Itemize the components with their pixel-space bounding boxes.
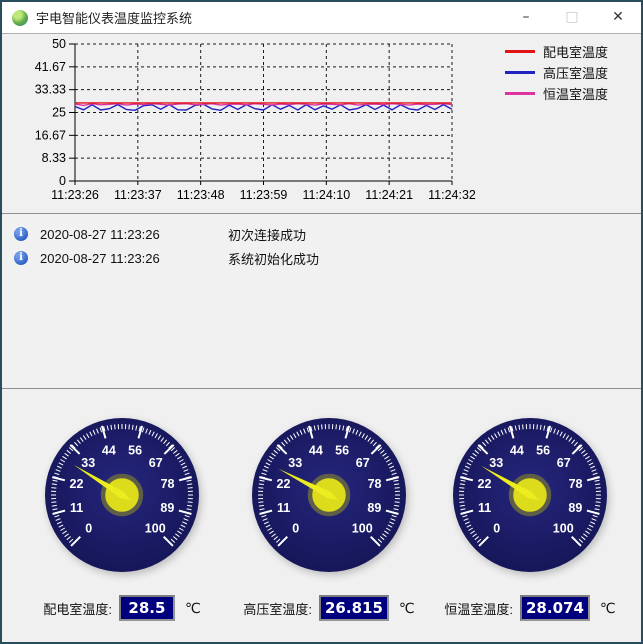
titlebar: 宇电智能仪表温度监控系统 – □ ✕ <box>2 2 641 34</box>
chart-legend: 配电室温度高压室温度恒温室温度 <box>505 41 608 104</box>
y-tick-label: 16.67 <box>35 128 66 142</box>
y-tick-label: 25 <box>52 106 66 120</box>
gauge-unit: ℃ <box>599 599 616 616</box>
y-tick-label: 41.67 <box>35 60 66 74</box>
gauge-tick-label: 89 <box>367 501 381 515</box>
trend-chart-panel: 50 41.67 33.33 25 16.67 8.33 0 11:23:26 11:23:37… <box>2 34 641 214</box>
legend-swatch <box>505 71 535 74</box>
gauge-tick-label: 67 <box>149 456 163 470</box>
gauge-tick-label: 89 <box>568 501 582 515</box>
x-tick-label: 11:24:21 <box>365 188 413 202</box>
gauge-tick-label: 0 <box>85 522 92 536</box>
log-time: 2020-08-27 11:23:26 <box>40 250 160 266</box>
window-title: 宇电智能仪表温度监控系统 <box>36 11 193 26</box>
gauge-tick-label: 33 <box>288 456 302 470</box>
legend-label: 配电室温度 <box>543 45 609 60</box>
gauge-tick-label: 56 <box>536 443 550 457</box>
x-tick-label: 11:23:37 <box>114 188 162 202</box>
info-icon: i <box>14 227 28 241</box>
gauge: 011 22 33 44 56 67 78 89 100 <box>252 418 406 572</box>
gauge-tick-label: 44 <box>510 443 524 457</box>
log-time: 2020-08-27 11:23:26 <box>40 226 160 242</box>
log-message: 系统初始化成功 <box>228 251 320 267</box>
x-tick-label: 11:23:26 <box>51 188 99 202</box>
y-tick-label: 50 <box>52 37 66 51</box>
y-tick-label: 8.33 <box>42 151 66 165</box>
gauge-tick-label: 67 <box>356 456 370 470</box>
gauge-tick-label: 78 <box>569 477 583 491</box>
minimize-button[interactable]: – <box>503 2 549 33</box>
legend-swatch <box>505 50 535 53</box>
gauge-tick-label: 22 <box>70 477 84 491</box>
log-row[interactable]: i 2020-08-27 11:23:26 初次连接成功 <box>2 222 641 246</box>
gauge-tick-label: 0 <box>292 522 299 536</box>
gauge-value-box[interactable]: 28.074 <box>520 595 590 621</box>
gauge-tick-label: 11 <box>277 501 290 515</box>
legend-item: 配电室温度 <box>505 41 608 62</box>
gauge-tick-label: 44 <box>102 443 116 457</box>
x-tick-label: 11:24:10 <box>302 188 350 202</box>
gauge-value-label: 高压室温度: <box>243 601 312 617</box>
x-tick-label: 11:24:32 <box>428 188 476 202</box>
y-tick-label: 33.33 <box>35 83 66 97</box>
maximize-button[interactable]: □ <box>549 2 595 33</box>
gauge-tick-label: 22 <box>277 477 291 491</box>
legend-item: 高压室温度 <box>505 62 608 83</box>
gauge-tick-label: 56 <box>335 443 349 457</box>
gauge-tick-label: 67 <box>557 456 571 470</box>
gauge-value-row: 高压室温度: 26.815 ℃ <box>219 595 439 621</box>
log-message: 初次连接成功 <box>228 227 307 243</box>
gauge-tick-label: 11 <box>478 501 491 515</box>
gauge-tick-label: 78 <box>161 477 175 491</box>
gauge-tick-label: 22 <box>478 477 492 491</box>
y-tick-label: 0 <box>59 174 66 188</box>
gauge-tick-label: 11 <box>70 501 83 515</box>
gauge-tick-label: 100 <box>145 522 166 536</box>
event-log: i 2020-08-27 11:23:26 初次连接成功 i 2020-08-27 11… <box>2 214 641 389</box>
gauge-value-box[interactable]: 28.5 <box>118 595 175 621</box>
x-tick-label: 11:23:48 <box>177 188 225 202</box>
gauge-value-row: 配电室温度: 28.5 ℃ <box>12 595 232 621</box>
window-controls: – □ ✕ <box>503 2 641 33</box>
gauge-value-box[interactable]: 26.815 <box>319 595 389 621</box>
gauge-tick-label: 44 <box>309 443 323 457</box>
gauge: 011 22 33 44 56 67 78 89 100 <box>45 418 199 572</box>
legend-label: 高压室温度 <box>543 66 609 81</box>
legend-label: 恒温室温度 <box>543 87 609 102</box>
gauge: 011 22 33 44 56 67 78 89 100 <box>453 418 607 572</box>
gauge-tick-label: 56 <box>128 443 142 457</box>
gauge-value-label: 配电室温度: <box>43 601 112 617</box>
x-tick-label: 11:23:59 <box>240 188 288 202</box>
gauge-unit: ℃ <box>398 599 415 616</box>
gauge-tick-label: 78 <box>368 477 382 491</box>
legend-swatch <box>505 92 535 95</box>
gauge-tick-label: 89 <box>160 501 174 515</box>
app-icon <box>12 9 28 26</box>
gauge-tick-label: 33 <box>489 456 503 470</box>
info-icon: i <box>14 251 28 265</box>
gauge-value-row: 恒温室温度: 28.074 ℃ <box>420 595 640 621</box>
gauge-value-label: 恒温室温度: <box>444 601 513 617</box>
gauge-panel: 0 11 22 33 44 56 67 78 89 100 配电室温度: 28.5 ℃ 0 11 22 33 44… <box>2 389 641 642</box>
log-row[interactable]: i 2020-08-27 11:23:26 系统初始化成功 <box>2 246 641 270</box>
gauge-tick-label: 100 <box>352 522 373 536</box>
gauge-tick-label: 33 <box>81 456 95 470</box>
legend-item: 恒温室温度 <box>505 83 608 104</box>
app-window: 宇电智能仪表温度监控系统 – □ ✕ 50 41.67 33.33 25 16.67 8.… <box>0 0 643 644</box>
close-button[interactable]: ✕ <box>595 2 641 33</box>
gauge-unit: ℃ <box>184 599 201 616</box>
gauge-tick-label: 100 <box>553 522 574 536</box>
gauge-tick-label: 0 <box>493 522 500 536</box>
